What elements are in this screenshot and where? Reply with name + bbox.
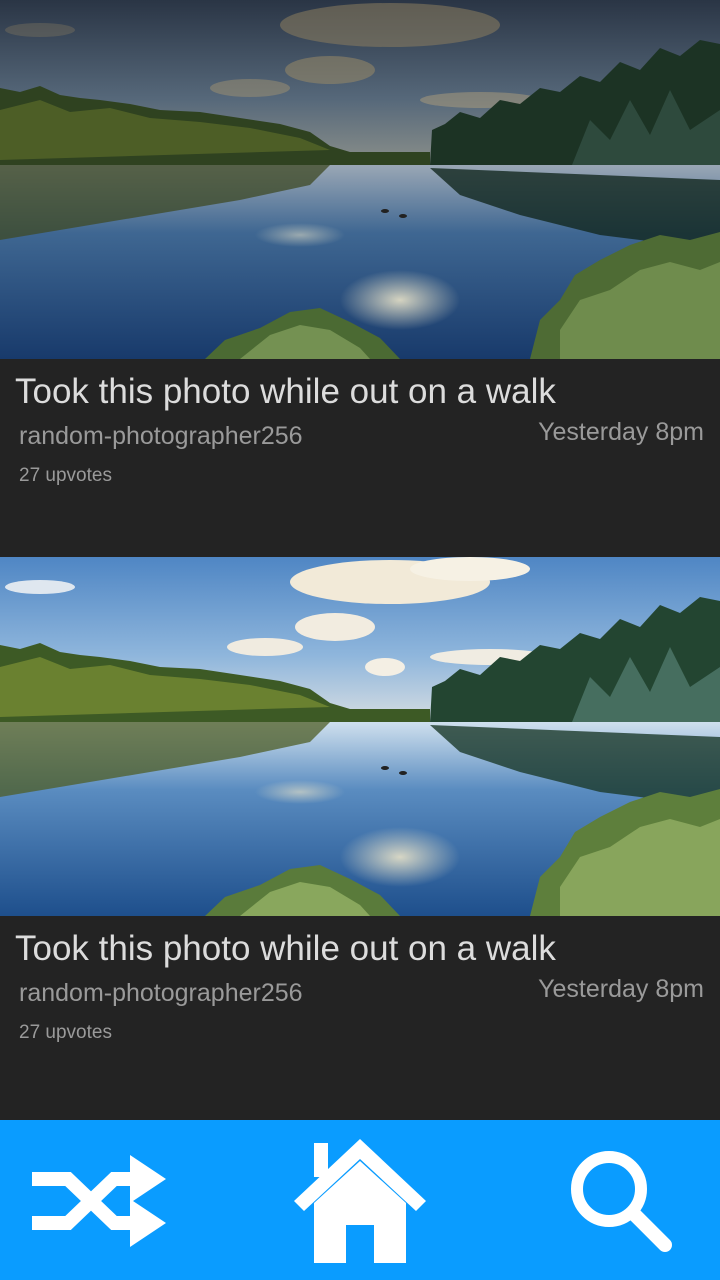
post-author[interactable]: random-photographer256	[19, 422, 303, 451]
search-icon	[571, 1151, 672, 1252]
home-button[interactable]	[280, 1120, 440, 1280]
post-caption: Took this photo while out on a walk rand…	[0, 359, 720, 557]
home-icon	[294, 1139, 426, 1263]
post-feed[interactable]: Took this photo while out on a walk rand…	[0, 0, 720, 1120]
shuffle-button[interactable]	[20, 1120, 180, 1280]
post-card[interactable]: Took this photo while out on a walk rand…	[0, 557, 720, 1120]
post-title[interactable]: Took this photo while out on a walk	[15, 929, 556, 969]
bottom-nav-bar	[0, 1120, 720, 1280]
post-title[interactable]: Took this photo while out on a walk	[15, 372, 556, 412]
post-author[interactable]: random-photographer256	[19, 979, 303, 1008]
post-upvotes: 27 upvotes	[19, 1022, 112, 1043]
post-timestamp: Yesterday 8pm	[538, 418, 704, 446]
post-upvotes: 27 upvotes	[19, 465, 112, 486]
post-photo[interactable]	[0, 557, 720, 916]
search-button[interactable]	[540, 1120, 700, 1280]
shuffle-icon	[32, 1155, 166, 1247]
post-card[interactable]: Took this photo while out on a walk rand…	[0, 0, 720, 557]
post-photo[interactable]	[0, 0, 720, 359]
post-caption: Took this photo while out on a walk rand…	[0, 916, 720, 1120]
post-timestamp: Yesterday 8pm	[538, 975, 704, 1003]
